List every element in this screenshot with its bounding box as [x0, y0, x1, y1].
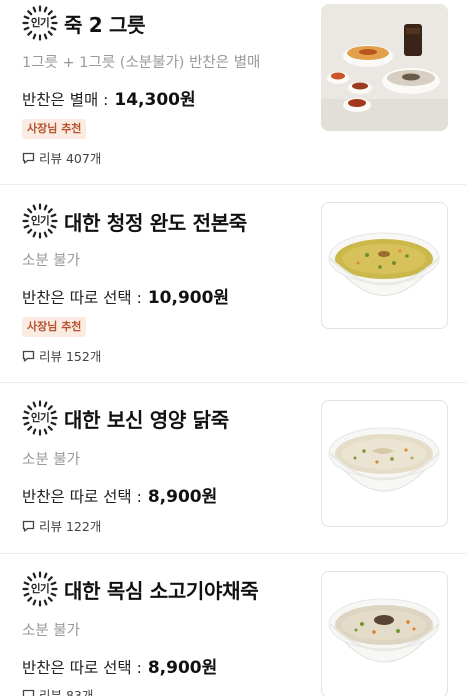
- review-comment-icon: [22, 350, 35, 362]
- menu-item-name: 대한 보신 영양 닭죽: [64, 407, 229, 432]
- owner-recommend-tag: 사장님 추천: [22, 119, 87, 139]
- popular-badge-label: 인기: [30, 17, 50, 29]
- popular-badge-label: 인기: [30, 583, 50, 595]
- menu-item-title-row: 인기 대한 청정 완도 전본죽: [22, 203, 247, 239]
- menu-item-name: 대한 청정 완도 전본죽: [64, 210, 247, 235]
- abalone-porridge-image: [328, 232, 440, 296]
- menu-item[interactable]: 인기 대한 청정 완도 전본죽 소분 불가 반찬은 따로 선택 : 10,900…: [0, 185, 466, 383]
- menu-item[interactable]: 인기 죽 2 그릇 1그릇 + 1그릇 (소분불가) 반찬은 별매 반찬은 별매…: [0, 0, 466, 185]
- popular-badge-label: 인기: [30, 412, 50, 424]
- menu-item-description: 소분 불가: [22, 253, 80, 269]
- review-count-label: 리뷰 407개: [39, 151, 102, 166]
- menu-item-title-row: 인기 대한 목심 소고기야채죽: [22, 571, 259, 607]
- porridge-set-image: [321, 4, 448, 131]
- beef-vegetable-porridge-image: [328, 598, 440, 663]
- menu-item-price: 8,900원: [147, 487, 218, 507]
- beef-vegetable-porridge-photo[interactable]: [321, 571, 448, 696]
- price-label: 반찬은 별매 :: [22, 91, 109, 109]
- menu-item-price-row: 반찬은 따로 선택 : 10,900원: [22, 283, 229, 308]
- review-comment-icon: [22, 520, 35, 532]
- menu-item-name: 대한 목심 소고기야채죽: [64, 578, 259, 603]
- popular-badge-icon: 인기: [22, 400, 58, 436]
- review-count[interactable]: 리뷰 152개: [22, 346, 101, 365]
- review-comment-icon: [22, 689, 35, 696]
- menu-item-price-row: 반찬은 따로 선택 : 8,900원: [22, 482, 217, 507]
- owner-recommend-tag: 사장님 추천: [22, 317, 87, 337]
- review-count-label: 리뷰 83개: [39, 688, 94, 696]
- menu-item-price: 14,300원: [114, 90, 196, 110]
- menu-list: 인기 죽 2 그릇 1그릇 + 1그릇 (소분불가) 반찬은 별매 반찬은 별매…: [0, 0, 466, 696]
- popular-badge-label: 인기: [30, 215, 50, 227]
- menu-item-description: 1그릇 + 1그릇 (소분불가) 반찬은 별매: [22, 55, 261, 71]
- chicken-porridge-image: [328, 427, 440, 492]
- popular-badge-icon: 인기: [22, 5, 58, 41]
- review-comment-icon: [22, 152, 35, 164]
- review-count[interactable]: 리뷰 83개: [22, 685, 93, 696]
- menu-item-price-row: 반찬은 별매 : 14,300원: [22, 85, 196, 110]
- review-count[interactable]: 리뷰 122개: [22, 516, 101, 535]
- porridge-set-photo[interactable]: [321, 4, 448, 131]
- menu-item-price: 10,900원: [147, 288, 230, 308]
- review-count[interactable]: 리뷰 407개: [22, 148, 101, 167]
- menu-item[interactable]: 인기 대한 목심 소고기야채죽 소분 불가 반찬은 따로 선택 : 8,900원…: [0, 554, 466, 696]
- popular-badge-icon: 인기: [22, 203, 58, 239]
- menu-item-description: 소분 불가: [22, 623, 80, 639]
- menu-item-title-row: 인기 대한 보신 영양 닭죽: [22, 400, 229, 436]
- price-label: 반찬은 따로 선택 :: [22, 659, 142, 677]
- price-label: 반찬은 따로 선택 :: [22, 289, 142, 307]
- abalone-porridge-photo[interactable]: [321, 202, 448, 329]
- popular-badge-icon: 인기: [22, 571, 58, 607]
- menu-item-name: 죽 2 그릇: [64, 12, 146, 37]
- review-count-label: 리뷰 122개: [39, 519, 102, 534]
- menu-item-price: 8,900원: [147, 658, 218, 678]
- menu-item-title-row: 인기 죽 2 그릇: [22, 5, 146, 41]
- menu-item-description: 소분 불가: [22, 452, 80, 468]
- review-count-label: 리뷰 152개: [39, 349, 102, 364]
- menu-item[interactable]: 인기 대한 보신 영양 닭죽 소분 불가 반찬은 따로 선택 : 8,900원 …: [0, 383, 466, 554]
- menu-item-price-row: 반찬은 따로 선택 : 8,900원: [22, 653, 217, 678]
- chicken-porridge-photo[interactable]: [321, 400, 448, 527]
- price-label: 반찬은 따로 선택 :: [22, 488, 142, 506]
